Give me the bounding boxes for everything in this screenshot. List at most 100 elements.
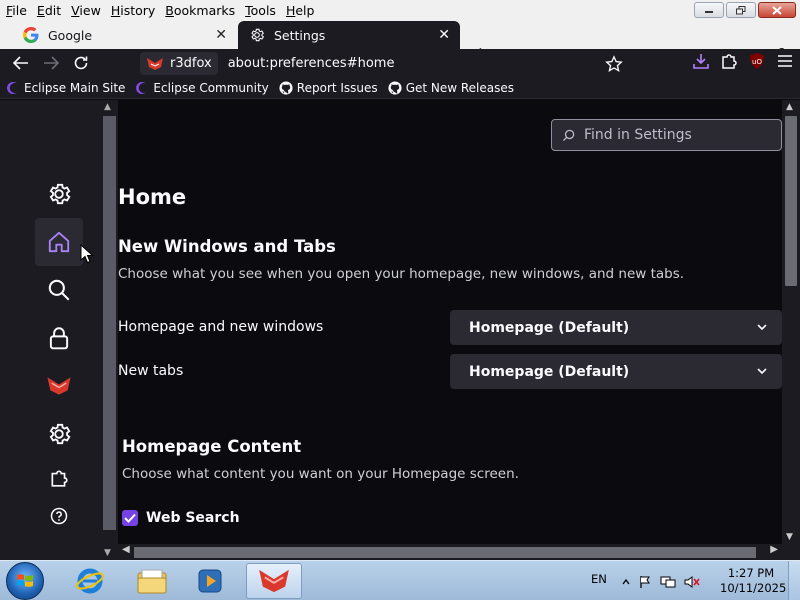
gear-icon	[49, 423, 71, 445]
web-search-label: Web Search	[146, 510, 240, 526]
category-general[interactable]	[35, 170, 83, 218]
github-icon	[388, 80, 402, 95]
bookmark-eclipse-main-site[interactable]: Eclipse Main Site	[6, 81, 125, 95]
identity-box[interactable]: r3dfox	[140, 52, 218, 75]
restore-icon	[736, 5, 746, 14]
bookmark-label: Get New Releases	[405, 80, 515, 95]
sidebar-scrollbar[interactable]: ▲ ▼	[101, 100, 118, 560]
folder-icon	[137, 569, 167, 594]
eclipse-icon	[7, 81, 17, 94]
homepage-select-value: Homepage (Default)	[469, 319, 630, 336]
close-window-button[interactable]	[758, 2, 796, 18]
bookmark-eclipse-community[interactable]: Eclipse Community	[135, 80, 269, 95]
menu-file[interactable]: File	[2, 3, 31, 18]
volume-muted-icon[interactable]	[684, 575, 700, 589]
app-menu-button[interactable]	[776, 53, 794, 73]
taskbar-file-explorer[interactable]	[124, 563, 180, 599]
horizontal-scroll-thumb[interactable]	[134, 547, 756, 558]
github-icon	[279, 80, 293, 95]
scroll-down-arrow-icon[interactable]: ▼	[104, 548, 111, 558]
scroll-right-arrow-icon[interactable]: ▶	[770, 544, 778, 555]
gear-icon	[248, 26, 266, 44]
category-more-settings[interactable]	[35, 410, 83, 458]
menu-history[interactable]: History	[107, 3, 159, 18]
category-help[interactable]	[35, 492, 83, 540]
bookmark-label: Eclipse Main Site	[24, 80, 126, 95]
input-language-indicator[interactable]: EN	[591, 572, 607, 586]
ublock-button[interactable]: uO	[748, 52, 766, 74]
tab-google-label: Google	[48, 27, 93, 43]
show-desktop-button[interactable]	[788, 561, 800, 600]
menu-edit[interactable]: Edit	[33, 3, 65, 18]
menu-bookmarks[interactable]: Bookmarks	[161, 3, 239, 18]
hamburger-menu-icon	[778, 55, 792, 67]
taskbar-internet-explorer[interactable]	[62, 563, 118, 599]
restore-button[interactable]	[726, 2, 756, 18]
web-search-checkbox-row[interactable]: Web Search	[122, 510, 240, 526]
web-search-checkbox[interactable]	[122, 510, 138, 526]
extensions-button[interactable]	[720, 52, 738, 74]
show-hidden-icons-icon[interactable]	[622, 578, 630, 586]
bookmark-get-new-releases[interactable]: Get New Releases	[388, 81, 514, 95]
r3dfox-icon	[47, 377, 71, 395]
url-bar[interactable]: r3dfox about:preferences#home	[140, 52, 635, 75]
category-privacy[interactable]	[35, 314, 83, 362]
identity-label: r3dfox	[170, 56, 212, 71]
mouse-pointer-icon	[80, 244, 94, 264]
reload-button[interactable]	[66, 49, 96, 77]
svg-text:uO: uO	[752, 58, 762, 66]
page-title: Home	[118, 185, 187, 209]
tab-google[interactable]: Google ✕	[0, 21, 237, 49]
taskbar-clock[interactable]: 1:27 PM 10/11/2025	[720, 566, 786, 596]
scroll-down-arrow-icon[interactable]: ▼	[786, 532, 793, 542]
section-title-homepage-content: Homepage Content	[122, 437, 302, 456]
content-scroll-thumb[interactable]	[785, 116, 797, 286]
downloads-button[interactable]	[692, 52, 710, 74]
bookmark-star-button[interactable]	[605, 55, 623, 77]
menu-tools[interactable]: Tools	[241, 3, 280, 18]
content-vertical-scrollbar[interactable]: ▲ ▼	[782, 100, 800, 544]
eclipse-icon	[136, 81, 147, 94]
tab-settings[interactable]: Settings ✕	[238, 21, 460, 49]
taskbar-r3dfox[interactable]	[246, 563, 302, 599]
category-search[interactable]	[35, 266, 83, 314]
section-description-new-windows: Choose what you see when you open your h…	[118, 266, 685, 282]
scroll-up-arrow-icon[interactable]: ▲	[786, 102, 793, 112]
download-icon	[693, 54, 709, 69]
r3dfox-icon	[259, 569, 289, 593]
bookmark-label: Eclipse Community	[153, 80, 269, 95]
close-tab-google-icon[interactable]: ✕	[215, 27, 227, 43]
tab-bar: Google ✕ Settings ✕ + 2	[0, 20, 800, 66]
clock-time: 1:27 PM	[727, 566, 775, 580]
preferences-content: ▲ ▼ Find in Settings Home New Windows an…	[0, 100, 800, 560]
scroll-up-arrow-icon[interactable]: ▲	[104, 102, 111, 112]
action-center-flag-icon[interactable]	[638, 575, 652, 589]
bookmark-report-issues[interactable]: Report Issues	[279, 81, 378, 95]
window-controls	[694, 2, 796, 18]
category-r3dfox[interactable]	[35, 362, 83, 410]
forward-button[interactable]	[36, 49, 66, 77]
categories-sidebar	[0, 100, 100, 560]
new-tabs-select[interactable]: Homepage (Default)	[450, 354, 782, 389]
sidebar-scroll-thumb[interactable]	[103, 116, 116, 530]
close-tab-settings-icon[interactable]: ✕	[438, 27, 450, 43]
url-text: about:preferences#home	[227, 56, 395, 71]
help-icon	[50, 507, 68, 525]
new-tabs-select-value: Homepage (Default)	[469, 363, 630, 380]
minimize-button[interactable]	[694, 2, 724, 18]
start-button[interactable]	[6, 562, 44, 600]
category-home[interactable]	[35, 218, 83, 266]
taskbar-media-player[interactable]	[182, 563, 238, 599]
menu-view[interactable]: View	[67, 3, 105, 18]
close-icon	[772, 5, 782, 15]
homepage-select[interactable]: Homepage (Default)	[450, 310, 782, 345]
search-icon	[48, 279, 70, 301]
menu-help[interactable]: Help	[282, 3, 319, 18]
back-button[interactable]	[6, 49, 36, 77]
network-icon[interactable]	[660, 575, 676, 589]
star-icon	[605, 55, 623, 72]
content-horizontal-scrollbar[interactable]: ◀ ▶	[118, 544, 782, 560]
menu-bar: File Edit View History Bookmarks Tools H…	[0, 0, 800, 20]
scroll-left-arrow-icon[interactable]: ◀	[122, 544, 130, 555]
find-in-settings-input[interactable]: Find in Settings	[551, 119, 782, 151]
